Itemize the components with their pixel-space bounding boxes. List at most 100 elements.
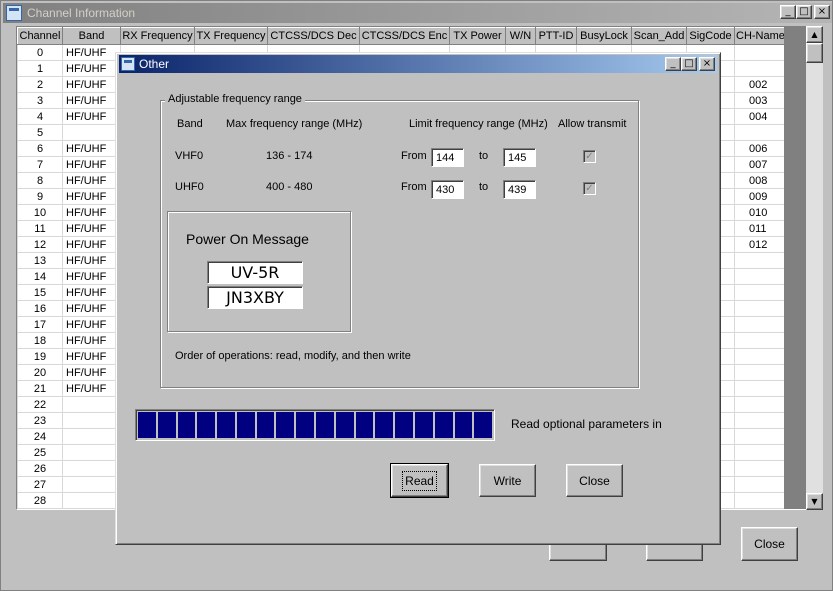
channel-cell[interactable]: 9	[17, 188, 63, 205]
ch-name-cell[interactable]: 010	[734, 204, 787, 221]
column-header[interactable]: BusyLock	[576, 27, 632, 45]
ch-name-cell[interactable]: 009	[734, 188, 787, 205]
column-header[interactable]: W/N	[505, 27, 536, 45]
channel-cell[interactable]: 6	[17, 140, 63, 157]
ch-name-cell[interactable]: 002	[734, 76, 787, 93]
column-header[interactable]: CTCSS/DCS Dec	[267, 27, 360, 45]
dialog-maximize-button[interactable]: □	[681, 57, 697, 71]
band-cell[interactable]: HF/UHF	[62, 92, 121, 109]
channel-cell[interactable]: 16	[17, 300, 63, 317]
scroll-down-arrow-icon[interactable]: ▼	[806, 493, 823, 510]
channel-cell[interactable]: 27	[17, 476, 63, 493]
band-cell[interactable]: HF/UHF	[62, 220, 121, 237]
ch-name-cell[interactable]	[734, 124, 787, 141]
band-cell[interactable]: HF/UHF	[62, 348, 121, 365]
ch-name-cell[interactable]	[734, 348, 787, 365]
channel-cell[interactable]: 10	[17, 204, 63, 221]
channel-cell[interactable]: 2	[17, 76, 63, 93]
ch-name-cell[interactable]	[734, 364, 787, 381]
ch-name-cell[interactable]: 004	[734, 108, 787, 125]
band-cell[interactable]: HF/UHF	[62, 140, 121, 157]
column-header[interactable]: Scan_Add	[631, 27, 687, 45]
band-cell[interactable]	[62, 396, 121, 413]
main-close-button[interactable]: Close	[741, 527, 798, 561]
ch-name-cell[interactable]	[734, 44, 787, 61]
channel-cell[interactable]: 20	[17, 364, 63, 381]
ch-name-cell[interactable]	[734, 300, 787, 317]
channel-cell[interactable]: 1	[17, 60, 63, 77]
band-cell[interactable]: HF/UHF	[62, 172, 121, 189]
maximize-button[interactable]: □	[796, 5, 812, 19]
band-cell[interactable]: HF/UHF	[62, 156, 121, 173]
uhf-from-input[interactable]: 430	[431, 180, 464, 199]
band-cell[interactable]: HF/UHF	[62, 380, 121, 397]
band-cell[interactable]: HF/UHF	[62, 252, 121, 269]
power-on-line1-input[interactable]: UV-5R	[207, 261, 303, 284]
ch-name-cell[interactable]	[734, 60, 787, 77]
dialog-close-action-button[interactable]: Close	[566, 464, 623, 497]
dialog-titlebar[interactable]: Other _ □ ×	[119, 55, 717, 73]
channel-cell[interactable]: 21	[17, 380, 63, 397]
write-button[interactable]: Write	[479, 464, 536, 497]
vhf-to-input[interactable]: 145	[503, 148, 536, 167]
ch-name-cell[interactable]	[734, 428, 787, 445]
band-cell[interactable]: HF/UHF	[62, 76, 121, 93]
channel-cell[interactable]: 8	[17, 172, 63, 189]
dialog-close-button[interactable]: ×	[699, 57, 715, 71]
band-cell[interactable]: HF/UHF	[62, 300, 121, 317]
ch-name-cell[interactable]: 007	[734, 156, 787, 173]
channel-cell[interactable]: 3	[17, 92, 63, 109]
ch-name-cell[interactable]	[734, 268, 787, 285]
column-header[interactable]: Channel	[17, 27, 63, 45]
uhf-to-input[interactable]: 439	[503, 180, 536, 199]
ch-name-cell[interactable]	[734, 284, 787, 301]
channel-cell[interactable]: 22	[17, 396, 63, 413]
scroll-up-arrow-icon[interactable]: ▲	[806, 26, 823, 43]
read-button[interactable]: Read	[390, 463, 449, 498]
channel-cell[interactable]: 15	[17, 284, 63, 301]
band-cell[interactable]: HF/UHF	[62, 108, 121, 125]
column-header[interactable]: PTT-ID	[535, 27, 577, 45]
band-cell[interactable]: HF/UHF	[62, 332, 121, 349]
channel-cell[interactable]: 28	[17, 492, 63, 509]
close-window-button[interactable]: ×	[814, 5, 830, 19]
ch-name-cell[interactable]: 006	[734, 140, 787, 157]
ch-name-cell[interactable]	[734, 444, 787, 461]
band-cell[interactable]: HF/UHF	[62, 204, 121, 221]
ch-name-cell[interactable]	[734, 316, 787, 333]
channel-cell[interactable]: 11	[17, 220, 63, 237]
minimize-button[interactable]: _	[780, 5, 796, 19]
channel-cell[interactable]: 14	[17, 268, 63, 285]
ch-name-cell[interactable]: 008	[734, 172, 787, 189]
channel-cell[interactable]: 23	[17, 412, 63, 429]
dialog-minimize-button[interactable]: _	[665, 57, 681, 71]
band-cell[interactable]: HF/UHF	[62, 188, 121, 205]
channel-cell[interactable]: 24	[17, 428, 63, 445]
channel-cell[interactable]: 13	[17, 252, 63, 269]
column-header[interactable]: RX Frequency	[120, 27, 195, 45]
column-header[interactable]: CTCSS/DCS Enc	[359, 27, 450, 45]
ch-name-cell[interactable]: 003	[734, 92, 787, 109]
ch-name-cell[interactable]	[734, 380, 787, 397]
ch-name-cell[interactable]	[734, 252, 787, 269]
channel-cell[interactable]: 26	[17, 460, 63, 477]
column-header[interactable]: TX Frequency	[194, 27, 268, 45]
band-cell[interactable]: HF/UHF	[62, 284, 121, 301]
vhf-allow-transmit-checkbox[interactable]: ✓	[583, 150, 596, 163]
band-cell[interactable]	[62, 444, 121, 461]
band-cell[interactable]	[62, 124, 121, 141]
band-cell[interactable]	[62, 428, 121, 445]
scroll-thumb[interactable]	[806, 43, 823, 63]
channel-cell[interactable]: 19	[17, 348, 63, 365]
ch-name-cell[interactable]	[734, 412, 787, 429]
channel-cell[interactable]: 5	[17, 124, 63, 141]
ch-name-cell[interactable]	[734, 396, 787, 413]
main-titlebar[interactable]: Channel Information _ □ ×	[3, 3, 832, 23]
column-header[interactable]: Band	[62, 27, 121, 45]
power-on-line2-input[interactable]: JN3XBY	[207, 286, 303, 309]
channel-cell[interactable]: 7	[17, 156, 63, 173]
band-cell[interactable]	[62, 460, 121, 477]
band-cell[interactable]: HF/UHF	[62, 236, 121, 253]
ch-name-cell[interactable]	[734, 332, 787, 349]
column-header[interactable]: SigCode	[686, 27, 735, 45]
